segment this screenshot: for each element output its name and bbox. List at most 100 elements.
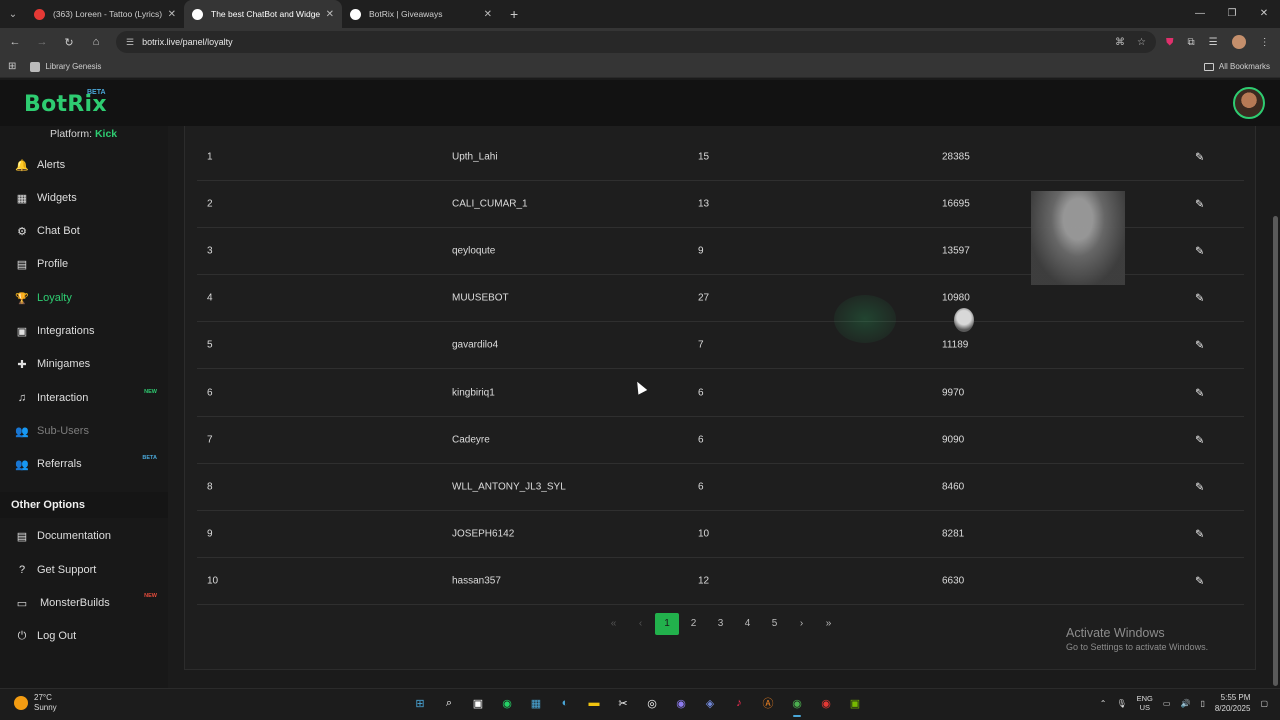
points-cell: 10980 xyxy=(942,292,970,304)
browser-tab-2[interactable]: The best ChatBot and Widgets ✕ xyxy=(184,0,342,28)
sidebar-item-integrations[interactable]: ▣ Integrations xyxy=(0,317,168,345)
site-info-icon[interactable]: ☰ xyxy=(126,37,134,48)
sidebar-item-log-out[interactable]: ⏻ Log Out xyxy=(0,622,168,650)
pencil-icon[interactable]: ✎ xyxy=(1195,387,1204,400)
edge-icon[interactable]: ◐ xyxy=(555,692,575,714)
question-circle-icon: ? xyxy=(18,564,26,576)
task-view-icon[interactable]: ▣ xyxy=(468,692,488,714)
sidebar-item-get-support[interactable]: ? Get Support xyxy=(0,556,168,584)
obs-icon[interactable]: ◉ xyxy=(671,692,691,714)
pencil-icon[interactable]: ✎ xyxy=(1195,151,1204,164)
page-5-button[interactable]: 5 xyxy=(761,613,788,635)
bookmark-star-icon[interactable]: ☆ xyxy=(1137,37,1146,48)
page-1-button[interactable]: 1 xyxy=(655,613,679,635)
sidebar-item-referrals[interactable]: 👥 Referrals BETA xyxy=(0,450,168,478)
page-scrollbar[interactable] xyxy=(1271,126,1280,688)
sidebar-item-chat-bot[interactable]: ⚙ Chat Bot xyxy=(0,217,168,245)
store-icon[interactable]: ▦ xyxy=(526,692,546,714)
first-page-button[interactable]: « xyxy=(600,613,627,635)
profile-avatar-icon[interactable] xyxy=(1231,35,1246,49)
translate-icon[interactable]: ⌘ xyxy=(1115,37,1125,48)
battery-icon[interactable]: ▯ xyxy=(1200,699,1204,708)
app-a-icon[interactable]: Ⓐ xyxy=(758,692,778,714)
close-tab-icon[interactable]: ✕ xyxy=(326,9,334,20)
sidebar-item-documentation[interactable]: ▤ Documentation xyxy=(0,522,168,550)
tray-chevron-icon[interactable]: ⌃ xyxy=(1100,699,1107,708)
scrollbar-thumb[interactable] xyxy=(1273,216,1278,686)
search-icon[interactable]: ⌕ xyxy=(439,692,459,714)
sidebar-item-profile[interactable]: ▤ Profile xyxy=(0,250,168,278)
volume-icon[interactable]: 🔊 xyxy=(1180,699,1190,708)
reload-icon[interactable]: ↻ xyxy=(57,36,81,49)
sidebar-item-minigames[interactable]: ✚ Minigames xyxy=(0,350,168,378)
nvidia-icon[interactable]: ▣ xyxy=(845,692,865,714)
gamepad-icon: ✚ xyxy=(17,358,27,371)
pencil-icon[interactable]: ✎ xyxy=(1195,339,1204,352)
page-2-button[interactable]: 2 xyxy=(680,613,707,635)
sidebar-item-sub-users[interactable]: 👥 Sub-Users xyxy=(0,417,168,445)
tab-search-icon[interactable]: ⌄ xyxy=(0,0,26,28)
all-bookmarks-button[interactable]: All Bookmarks xyxy=(1203,62,1270,71)
file-explorer-icon[interactable]: ▬ xyxy=(584,692,604,714)
browser-tab-1[interactable]: (363) Loreen - Tattoo (Lyrics) - Y ✕ xyxy=(26,0,184,28)
app-header xyxy=(0,80,1280,126)
close-tab-icon[interactable]: ✕ xyxy=(168,9,176,20)
back-icon[interactable]: ← xyxy=(3,36,27,48)
rank-cell: 3 xyxy=(207,245,213,257)
page-4-button[interactable]: 4 xyxy=(734,613,761,635)
weather-widget[interactable]: 27°C Sunny xyxy=(14,693,57,713)
sidebar-item-loyalty[interactable]: 🏆 Loyalty xyxy=(0,284,168,312)
bookmark-library-genesis[interactable]: Library Genesis xyxy=(30,61,101,72)
capcut-icon[interactable]: ✂ xyxy=(613,692,633,714)
prev-page-button[interactable]: ‹ xyxy=(627,613,654,635)
microphone-icon[interactable]: 🎙 xyxy=(1116,699,1126,708)
sidebar-item-alerts[interactable]: 🔔 Alerts xyxy=(0,151,168,179)
chrome-alt-icon[interactable]: ◉ xyxy=(816,692,836,714)
start-icon[interactable]: ⊞ xyxy=(410,692,430,714)
page-3-button[interactable]: 3 xyxy=(707,613,734,635)
close-window-icon[interactable]: ✕ xyxy=(1248,0,1280,28)
sidebar-item-interaction[interactable]: ♫ Interaction NEW xyxy=(0,384,168,412)
sidebar-item-label: Minigames xyxy=(37,358,91,370)
next-page-button[interactable]: › xyxy=(788,613,815,635)
minimize-icon[interactable]: — xyxy=(1184,0,1216,28)
url-input[interactable]: ☰ botrix.live/panel/loyalty ⌘ ☆ xyxy=(116,31,1156,53)
pencil-icon[interactable]: ✎ xyxy=(1195,292,1204,305)
pencil-icon[interactable]: ✎ xyxy=(1195,198,1204,211)
home-icon[interactable]: ⌂ xyxy=(84,36,108,48)
browser-menu-icon[interactable]: ⋮ xyxy=(1260,37,1270,48)
widgets-grid-icon: ▦ xyxy=(16,192,28,205)
browser-tab-3[interactable]: BotRix | Giveaways ✕ xyxy=(342,0,500,28)
pencil-icon[interactable]: ✎ xyxy=(1195,528,1204,541)
username-cell: JOSEPH6142 xyxy=(452,528,515,540)
user-avatar[interactable] xyxy=(1233,87,1265,119)
pencil-icon[interactable]: ✎ xyxy=(1195,481,1204,494)
pencil-icon[interactable]: ✎ xyxy=(1195,434,1204,447)
new-tab-icon[interactable]: + xyxy=(510,6,518,22)
sidebar-item-monsterbuilds[interactable]: ▭ MonsterBuilds NEW xyxy=(0,589,168,617)
extensions-puzzle-icon[interactable]: ⧉ xyxy=(1188,37,1195,48)
whatsapp-icon[interactable]: ◉ xyxy=(497,692,517,714)
chrome-icon[interactable]: ◉ xyxy=(787,692,807,717)
apps-grid-icon[interactable]: ⊞ xyxy=(8,61,16,72)
reading-list-icon[interactable]: ☰ xyxy=(1209,37,1218,48)
pencil-icon[interactable]: ✎ xyxy=(1195,245,1204,258)
notifications-icon[interactable]: ▢ xyxy=(1260,699,1268,708)
clock[interactable]: 5:55 PM 8/20/2025 xyxy=(1215,692,1251,714)
forward-icon[interactable]: → xyxy=(30,36,54,48)
pencil-icon[interactable]: ✎ xyxy=(1195,575,1204,588)
discord-icon[interactable]: ◈ xyxy=(700,692,720,714)
sidebar-item-widgets[interactable]: ▦ Widgets xyxy=(0,184,168,212)
close-tab-icon[interactable]: ✕ xyxy=(484,9,492,20)
lang-code: ENG xyxy=(1136,694,1153,703)
steam-icon[interactable]: ◎ xyxy=(642,692,662,714)
network-icon[interactable]: ▭ xyxy=(1163,699,1171,708)
last-page-button[interactable]: » xyxy=(815,613,842,635)
restore-icon[interactable]: ❐ xyxy=(1216,0,1248,28)
tiktok-icon[interactable]: ♪ xyxy=(729,692,749,714)
sidebar-item-label: Widgets xyxy=(37,192,77,204)
pagination: « ‹ 1 2 3 4 5 › » xyxy=(600,613,842,635)
rank-cell: 10 xyxy=(207,575,219,587)
language-indicator[interactable]: ENG US xyxy=(1137,694,1153,712)
extension-shield-icon[interactable]: ⛊ xyxy=(1166,37,1174,48)
